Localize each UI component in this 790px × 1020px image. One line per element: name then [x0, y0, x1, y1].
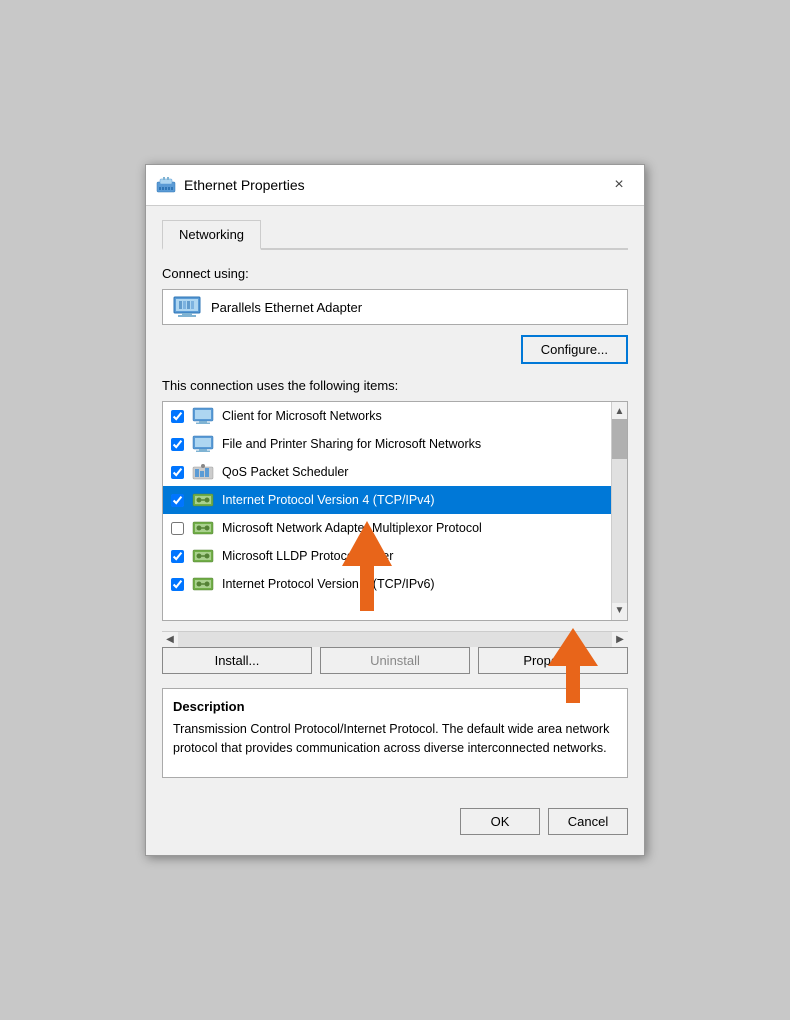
ethernet-properties-dialog: Ethernet Properties × Networking Connect… — [145, 164, 645, 856]
connect-using-label: Connect using: — [162, 266, 628, 281]
list-item-checkbox[interactable] — [171, 522, 184, 535]
title-bar: Ethernet Properties × — [146, 165, 644, 206]
action-buttons-row: Install... Uninstall Properties — [162, 647, 628, 674]
dialog-title: Ethernet Properties — [184, 177, 604, 193]
list-item-text: Client for Microsoft Networks — [222, 409, 382, 423]
configure-row: Configure... — [162, 335, 628, 364]
list-item-text: Microsoft LLDP Protocol Driver — [222, 549, 393, 563]
list-item-checkbox[interactable] — [171, 466, 184, 479]
list-item[interactable]: Client for Microsoft Networks — [163, 402, 611, 430]
items-list-container: Client for Microsoft Networks File and P… — [162, 401, 628, 621]
close-button[interactable]: × — [604, 173, 634, 197]
list-item-text: Internet Protocol Version 4 (TCP/IPv4) — [222, 493, 435, 507]
list-item-text: Internet Protocol Version 6 (TCP/IPv6) — [222, 577, 435, 591]
description-title: Description — [173, 699, 617, 714]
scroll-thumb[interactable] — [612, 419, 627, 459]
uninstall-button[interactable]: Uninstall — [320, 647, 470, 674]
horiz-track — [178, 632, 612, 647]
list-item[interactable]: Microsoft LLDP Protocol Driver — [163, 542, 611, 570]
adapter-name: Parallels Ethernet Adapter — [211, 300, 362, 315]
dialog-body: Networking Connect using: Parallels Ethe… — [146, 206, 644, 855]
scrollbar[interactable]: ▲ ▼ — [611, 402, 627, 620]
list-item-text: File and Printer Sharing for Microsoft N… — [222, 437, 481, 451]
list-item-checkbox[interactable] — [171, 550, 184, 563]
list-item[interactable]: File and Printer Sharing for Microsoft N… — [163, 430, 611, 458]
list-item-icon — [192, 519, 214, 537]
tab-networking[interactable]: Networking — [162, 220, 261, 250]
install-button[interactable]: Install... — [162, 647, 312, 674]
horiz-left-arrow[interactable]: ◀ — [162, 632, 178, 647]
list-item-icon — [192, 575, 214, 593]
scroll-up-arrow[interactable]: ▲ — [612, 404, 627, 419]
tab-bar: Networking — [162, 218, 628, 250]
description-wrapper: Description Transmission Control Protoco… — [162, 688, 628, 778]
list-item-checkbox[interactable] — [171, 410, 184, 423]
ok-button[interactable]: OK — [460, 808, 540, 835]
list-item-checkbox[interactable] — [171, 438, 184, 451]
list-item-checkbox[interactable] — [171, 494, 184, 507]
list-item-icon — [192, 407, 214, 425]
ethernet-icon — [156, 175, 176, 195]
properties-button[interactable]: Properties — [478, 647, 628, 674]
cancel-button[interactable]: Cancel — [548, 808, 628, 835]
adapter-box: Parallels Ethernet Adapter — [162, 289, 628, 325]
list-item-icon — [192, 435, 214, 453]
description-text: Transmission Control Protocol/Internet P… — [173, 720, 617, 758]
list-item-text: QoS Packet Scheduler — [222, 465, 348, 479]
list-item-checkbox[interactable] — [171, 578, 184, 591]
list-item-icon — [192, 547, 214, 565]
items-list-wrapper: Client for Microsoft Networks File and P… — [162, 401, 628, 647]
items-list[interactable]: Client for Microsoft Networks File and P… — [163, 402, 611, 620]
horiz-scrollbar[interactable]: ◀ ▶ — [162, 631, 628, 647]
list-item-icon — [192, 463, 214, 481]
connection-items-label: This connection uses the following items… — [162, 378, 628, 393]
bottom-row: OK Cancel — [162, 798, 628, 839]
description-box: Description Transmission Control Protoco… — [162, 688, 628, 778]
list-item[interactable]: QoS Packet Scheduler — [163, 458, 611, 486]
list-item[interactable]: Internet Protocol Version 4 (TCP/IPv4) — [163, 486, 611, 514]
scroll-down-arrow[interactable]: ▼ — [612, 603, 627, 618]
scroll-track — [612, 419, 627, 603]
list-item[interactable]: Internet Protocol Version 6 (TCP/IPv6) — [163, 570, 611, 598]
list-item[interactable]: Microsoft Network Adapter Multiplexor Pr… — [163, 514, 611, 542]
configure-button[interactable]: Configure... — [521, 335, 628, 364]
horiz-right-arrow[interactable]: ▶ — [612, 632, 628, 647]
list-item-text: Microsoft Network Adapter Multiplexor Pr… — [222, 521, 482, 535]
adapter-icon — [173, 296, 201, 318]
list-item-icon — [192, 491, 214, 509]
